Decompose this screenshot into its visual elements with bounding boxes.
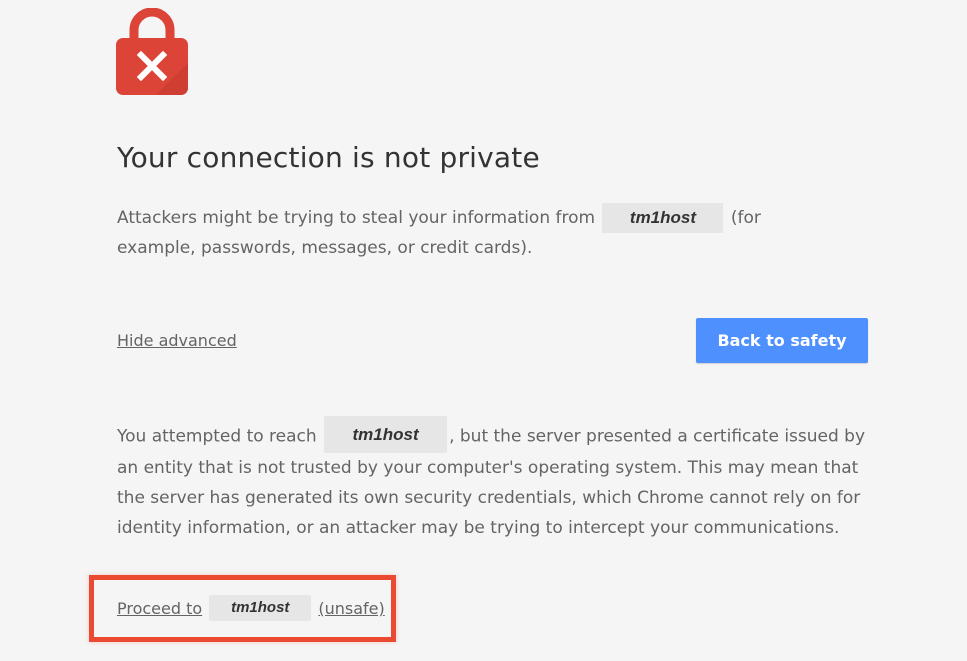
proceed-line: Proceed to tm1host (unsafe)	[117, 595, 385, 622]
lock-error-icon	[116, 7, 188, 96]
intro-text-before-host: Attackers might be trying to steal your …	[117, 208, 596, 228]
host-redacted: tm1host	[602, 203, 724, 233]
page-title: Your connection is not private	[117, 141, 540, 174]
hide-advanced-link[interactable]: Hide advanced	[117, 331, 237, 350]
proceed-link[interactable]: Proceed to	[117, 599, 202, 618]
details-paragraph: You attempted to reach tm1host, but the …	[117, 416, 867, 543]
host-redacted: tm1host	[209, 595, 312, 621]
intro-paragraph: Attackers might be trying to steal your …	[117, 203, 827, 263]
back-to-safety-button[interactable]: Back to safety	[696, 318, 868, 363]
host-redacted: tm1host	[324, 416, 448, 453]
proceed-unsafe-link[interactable]: (unsafe)	[318, 599, 384, 618]
details-text-before-host: You attempted to reach	[117, 426, 317, 447]
